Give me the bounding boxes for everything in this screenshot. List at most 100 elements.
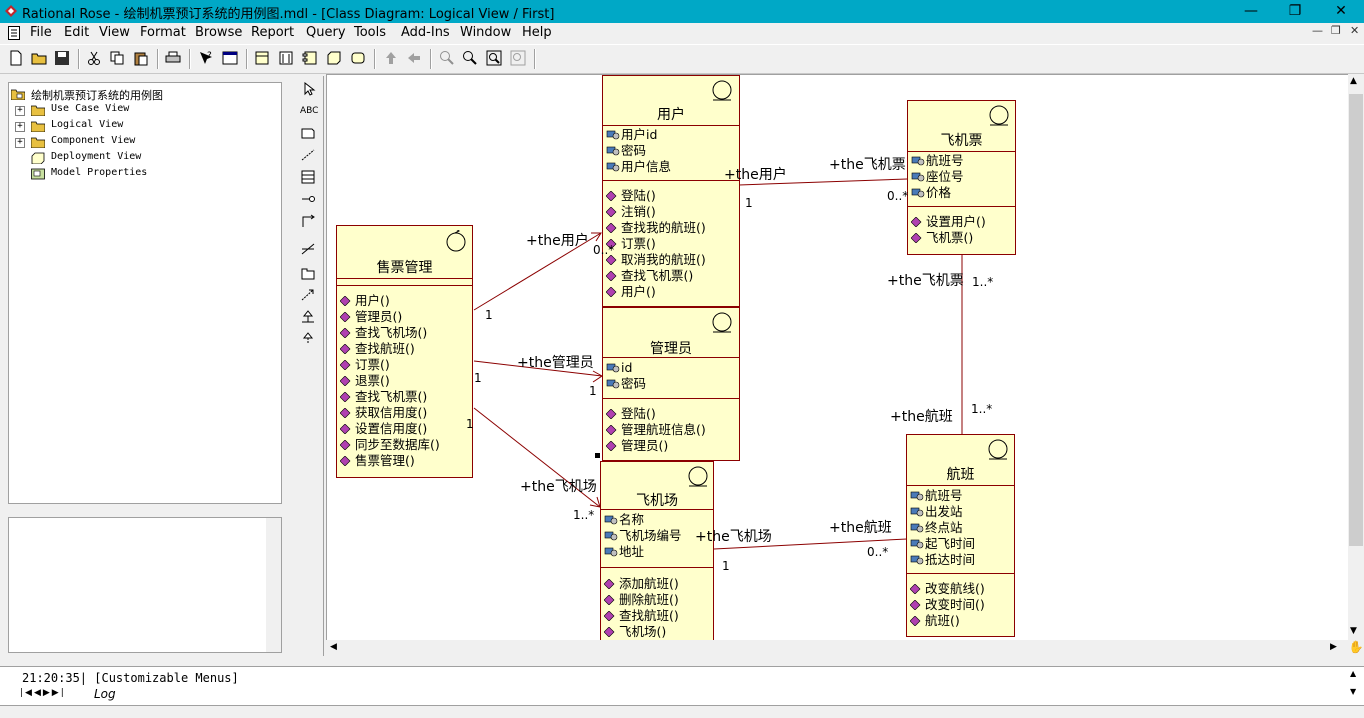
browse-class-diagram-icon[interactable] — [254, 50, 270, 66]
role-label[interactable]: +the飞机票 — [887, 270, 964, 290]
class-operation[interactable]: 管理员() — [337, 309, 472, 325]
generalization-tool-icon[interactable] — [300, 310, 316, 324]
class-operation[interactable]: 设置信用度() — [337, 421, 472, 437]
zoom-out-icon[interactable] — [462, 50, 478, 66]
role-label[interactable]: +the飞机场 — [695, 526, 772, 546]
expand-icon[interactable]: + — [15, 138, 25, 148]
class-tool-icon[interactable] — [300, 170, 316, 184]
class-operation[interactable]: 取消我的航班() — [603, 252, 739, 268]
browse-state-diagram-icon[interactable] — [350, 50, 366, 66]
menu-file[interactable]: File — [30, 25, 52, 40]
class-operation[interactable]: 登陆() — [603, 406, 739, 422]
scroll-down-arrow-icon[interactable]: ▼ — [1350, 626, 1357, 636]
class-attribute[interactable]: id — [603, 360, 739, 376]
multiplicity-label[interactable]: 0..* — [887, 189, 908, 203]
class-operation[interactable]: 删除航班() — [601, 592, 713, 608]
expand-icon[interactable]: + — [15, 106, 25, 116]
view-doc-window-icon[interactable] — [222, 50, 238, 66]
menu-format[interactable]: Format — [140, 25, 186, 40]
menu-query[interactable]: Query — [306, 25, 346, 40]
class-operation[interactable]: 注销() — [603, 204, 739, 220]
class-operation[interactable]: 管理航班信息() — [603, 422, 739, 438]
mdi-minimize-button[interactable]: — — [1312, 24, 1323, 37]
expand-icon[interactable]: + — [15, 122, 25, 132]
text-tool[interactable]: ABC — [300, 106, 318, 120]
print-icon[interactable] — [165, 50, 181, 66]
class-operation[interactable]: 设置用户() — [908, 214, 1015, 230]
browse-component-diagram-icon[interactable] — [302, 50, 318, 66]
menu-view[interactable]: View — [99, 25, 130, 40]
close-button[interactable]: ✕ — [1318, 0, 1364, 23]
menu-edit[interactable]: Edit — [64, 25, 89, 40]
class-operation[interactable]: 查找飞机场() — [337, 325, 472, 341]
multiplicity-label[interactable]: 0..* — [867, 545, 888, 559]
class-attribute[interactable]: 用户信息 — [603, 159, 739, 175]
multiplicity-label[interactable]: 1 — [589, 384, 597, 398]
scroll-left-arrow-icon[interactable]: ◀ — [330, 642, 337, 652]
paste-icon[interactable] — [133, 50, 149, 66]
context-help-icon[interactable]: ? — [198, 50, 214, 66]
browse-interaction-diagram-icon[interactable] — [278, 50, 294, 66]
interface-tool-icon[interactable] — [300, 192, 316, 206]
scroll-up-arrow-icon[interactable]: ▲ — [1350, 76, 1357, 86]
multiplicity-label[interactable]: 1..* — [971, 402, 992, 416]
unidirectional-association-icon[interactable] — [300, 242, 316, 256]
log-scroll-up-icon[interactable]: ▲ — [1350, 669, 1356, 678]
save-icon[interactable] — [54, 50, 70, 66]
mdi-restore-button[interactable]: ❐ — [1331, 24, 1341, 37]
class-operation[interactable]: 管理员() — [603, 438, 739, 454]
new-file-icon[interactable] — [8, 50, 24, 66]
role-label[interactable]: +the飞机场 — [520, 476, 597, 496]
document-icon[interactable] — [8, 26, 20, 40]
menu-tools[interactable]: Tools — [354, 25, 386, 40]
multiplicity-label[interactable]: 1 — [485, 308, 493, 322]
role-label[interactable]: +the用户 — [526, 230, 589, 250]
selection-arrow-icon[interactable] — [300, 81, 316, 96]
undo-fit-icon[interactable] — [510, 50, 526, 66]
doc-scrollbar[interactable] — [266, 518, 281, 652]
role-label[interactable]: +the航班 — [890, 406, 953, 426]
class-attribute[interactable]: 航班号 — [907, 488, 1014, 504]
maximize-button[interactable]: ❐ — [1272, 0, 1318, 23]
class-operation[interactable]: 用户() — [337, 293, 472, 309]
horizontal-scrollbar[interactable]: ◀ ▶ — [326, 640, 1348, 657]
class-operation[interactable]: 改变时间() — [907, 597, 1014, 613]
role-label[interactable]: +the航班 — [829, 517, 892, 537]
multiplicity-label[interactable]: 1 — [474, 371, 482, 385]
log-scroll-down-icon[interactable]: ▼ — [1350, 687, 1356, 696]
realize-tool-icon[interactable] — [300, 332, 316, 346]
multiplicity-label[interactable]: 1..* — [972, 275, 993, 289]
class-operation[interactable]: 飞机场() — [601, 624, 713, 640]
anchor-note-icon[interactable] — [300, 148, 316, 162]
class-ticket[interactable]: 飞机票 航班号 座位号 价格 设置用户() 飞机票() — [907, 100, 1016, 255]
class-operation[interactable]: 订票() — [603, 236, 739, 252]
class-operation[interactable]: 同步至数据库() — [337, 437, 472, 453]
multiplicity-label[interactable]: 0..* — [593, 243, 614, 257]
class-attribute[interactable]: 地址 — [601, 544, 713, 560]
menu-add-ins[interactable]: Add-Ins — [401, 25, 450, 40]
log-tab[interactable]: Log — [94, 687, 116, 701]
log-window[interactable]: 21:20:35| [Customizable Menus] |◀◀▶▶| Lo… — [0, 666, 1364, 705]
copy-icon[interactable] — [109, 50, 125, 66]
class-attribute[interactable]: 用户id — [603, 127, 739, 143]
scroll-right-arrow-icon[interactable]: ▶ — [1330, 642, 1337, 652]
menu-help[interactable]: Help — [522, 25, 552, 40]
class-operation[interactable]: 售票管理() — [337, 453, 472, 469]
class-user[interactable]: 用户 用户id 密码 用户信息 登陆() 注销() 查找我的航班() 订票() 取消我的航班… — [602, 75, 740, 307]
class-airport[interactable]: 飞机场 名称 飞机场编号 地址 添加航班() 删除航班() 查找航班() 飞机场() — [600, 461, 714, 641]
zoom-in-icon[interactable] — [439, 50, 455, 66]
log-nav-arrows-icon[interactable]: |◀◀▶▶| — [20, 688, 66, 698]
role-label[interactable]: +the用户 — [724, 164, 787, 184]
dependency-tool-icon[interactable] — [300, 288, 316, 302]
class-attribute[interactable]: 起飞时间 — [907, 536, 1014, 552]
class-operation[interactable]: 航班() — [907, 613, 1014, 629]
browse-previous-icon[interactable] — [406, 50, 422, 66]
class-operation[interactable]: 订票() — [337, 357, 472, 373]
multiplicity-label[interactable]: 1..* — [573, 508, 594, 522]
association-tool-icon[interactable] — [300, 214, 316, 228]
menu-window[interactable]: Window — [460, 25, 511, 40]
class-diagram-canvas[interactable]: 用户 用户id 密码 用户信息 登陆() 注销() 查找我的航班() 订票() 取消我的航班… — [326, 74, 1350, 642]
menu-browse[interactable]: Browse — [195, 25, 242, 40]
menu-report[interactable]: Report — [251, 25, 294, 40]
class-operation[interactable]: 查找我的航班() — [603, 220, 739, 236]
